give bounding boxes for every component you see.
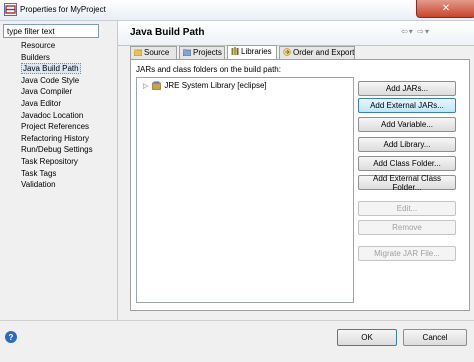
ok-button[interactable]: OK xyxy=(337,329,397,346)
jar-library-icon xyxy=(152,81,162,90)
library-entry-jre[interactable]: ▷ JRE System Library [eclipse] xyxy=(143,81,267,90)
library-entry-label: JRE System Library [eclipse] xyxy=(164,81,267,90)
forward-arrow-icon[interactable]: ⇨▾ xyxy=(417,27,430,36)
nav-item-resource[interactable]: Resource xyxy=(3,40,113,52)
add-external-jars-button[interactable]: Add External JARs... xyxy=(358,98,456,113)
back-arrow-icon[interactable]: ⇦▾ xyxy=(401,27,414,36)
tab-libraries[interactable]: Libraries xyxy=(227,45,277,59)
nav-item-run-debug-settings[interactable]: Run/Debug Settings xyxy=(3,144,113,156)
tab-order-and-export[interactable]: Order and Export xyxy=(279,46,355,59)
cancel-button[interactable]: Cancel xyxy=(403,329,467,346)
sash-divider[interactable] xyxy=(117,21,118,321)
close-icon[interactable]: ✕ xyxy=(416,0,474,18)
nav-item-java-compiler[interactable]: Java Compiler xyxy=(3,86,113,98)
migrate-jar-file-button[interactable]: Migrate JAR File... xyxy=(358,246,456,261)
nav-item-java-code-style[interactable]: Java Code Style xyxy=(3,75,113,87)
tab-projects[interactable]: Projects xyxy=(179,46,225,59)
add-external-class-folder-button[interactable]: Add External Class Folder... xyxy=(358,174,456,192)
nav-item-validation[interactable]: Validation xyxy=(3,179,113,191)
order-export-icon xyxy=(283,48,291,56)
page-header: Java Build Path ⇦▾ ⇨▾ xyxy=(118,21,474,46)
projects-icon xyxy=(183,49,191,56)
property-page-tree: Resource Builders Java Build Path Java C… xyxy=(3,40,113,191)
footer-divider xyxy=(0,320,474,321)
help-icon[interactable]: ? xyxy=(5,331,17,343)
nav-item-task-tags[interactable]: Task Tags xyxy=(3,168,113,180)
page-title: Java Build Path xyxy=(130,27,205,38)
window-title: Properties for MyProject xyxy=(20,5,106,14)
filter-input[interactable] xyxy=(3,24,99,38)
add-jars-button[interactable]: Add JARs... xyxy=(358,81,456,96)
nav-item-java-build-path[interactable]: Java Build Path xyxy=(3,63,113,75)
libraries-tree[interactable]: ▷ JRE System Library [eclipse] xyxy=(136,77,354,303)
libraries-icon xyxy=(231,47,239,55)
add-library-button[interactable]: Add Library... xyxy=(358,137,456,152)
tab-source[interactable]: Source xyxy=(130,46,177,59)
nav-item-java-editor[interactable]: Java Editor xyxy=(3,98,113,110)
expand-triangle-icon[interactable]: ▷ xyxy=(143,83,148,90)
nav-item-project-references[interactable]: Project References xyxy=(3,121,113,133)
edit-button[interactable]: Edit... xyxy=(358,201,456,216)
nav-item-javadoc-location[interactable]: Javadoc Location xyxy=(3,110,113,122)
add-class-folder-button[interactable]: Add Class Folder... xyxy=(358,156,456,171)
nav-item-task-repository[interactable]: Task Repository xyxy=(3,156,113,168)
title-bar: Properties for MyProject ✕ xyxy=(0,0,474,21)
nav-item-refactoring-history[interactable]: Refactoring History xyxy=(3,133,113,145)
source-folder-icon xyxy=(134,49,142,56)
libraries-list-label: JARs and class folders on the build path… xyxy=(136,65,281,74)
eclipse-app-icon xyxy=(4,3,17,16)
add-variable-button[interactable]: Add Variable... xyxy=(358,117,456,132)
remove-button[interactable]: Remove xyxy=(358,220,456,235)
nav-item-builders[interactable]: Builders xyxy=(3,52,113,64)
